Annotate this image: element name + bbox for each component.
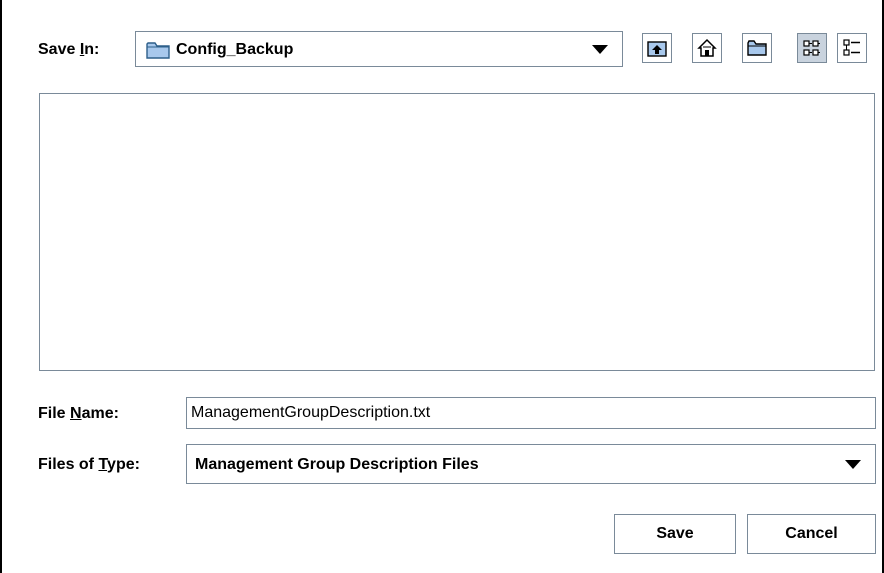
save-dialog: Save In: Config_Backup File Name: Manage… [0,0,884,573]
save-in-combo[interactable]: Config_Backup [135,31,623,67]
file-name-input[interactable]: ManagementGroupDescription.txt [186,397,876,429]
up-folder-button[interactable] [642,33,672,63]
chevron-down-icon [845,460,861,469]
list-view-button[interactable] [797,33,827,63]
new-folder-icon [747,40,767,56]
details-view-button[interactable] [837,33,867,63]
folder-icon [146,41,170,64]
home-icon [697,38,717,57]
list-view-icon [803,40,820,56]
file-type-select[interactable]: Management Group Description Files [186,444,876,484]
file-type-value: Management Group Description Files [195,456,479,473]
file-type-label: Files of Type: [38,456,140,473]
save-in-folder-name: Config_Backup [176,41,294,58]
file-list[interactable] [39,93,875,371]
chevron-down-icon [592,45,608,54]
file-name-value: ManagementGroupDescription.txt [191,404,431,421]
save-in-label: Save In: [38,41,100,58]
save-button[interactable]: Save [614,514,736,554]
cancel-button[interactable]: Cancel [747,514,876,554]
file-name-label: File Name: [38,405,119,422]
up-folder-icon [647,41,667,57]
details-view-icon [843,39,860,56]
new-folder-button[interactable] [742,33,772,63]
home-button[interactable] [692,33,722,63]
